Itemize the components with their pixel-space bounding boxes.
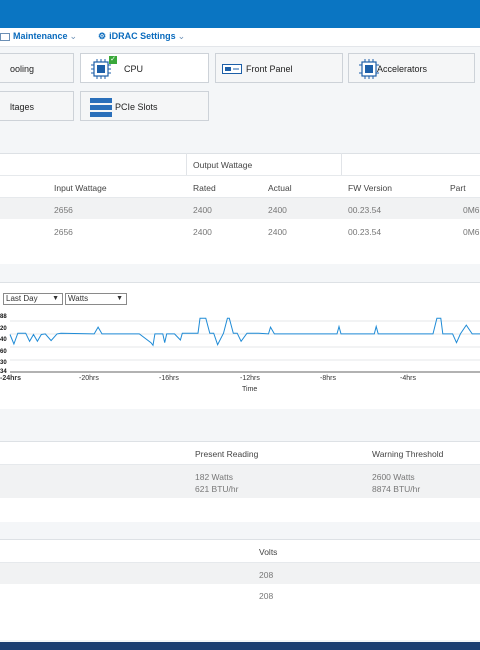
tile-cpu[interactable]: ✓ CPU — [80, 53, 209, 83]
series-line — [9, 317, 480, 347]
pcie-slots-icon — [90, 98, 112, 117]
tile-front-panel[interactable]: Front Panel — [215, 53, 343, 83]
table-row[interactable] — [0, 563, 480, 584]
chevron-down-icon: ▼ — [116, 295, 123, 302]
chevron-down-icon: ⌄ — [69, 31, 78, 41]
col-fw-version: FW Version — [348, 183, 392, 193]
col-input-wattage: Input Wattage — [54, 183, 107, 193]
x-tick-label: -4hrs — [400, 375, 416, 382]
warning-threshold-watts: 2600 Watts — [372, 472, 415, 482]
present-reading-header: Present Reading — [195, 449, 259, 459]
x-tick-label: -16hrs — [159, 375, 179, 382]
x-axis-label: Time — [242, 386, 258, 393]
warning-threshold-btu: 8874 BTU/hr — [372, 484, 421, 494]
chevron-down-icon: ⌄ — [177, 31, 186, 41]
present-reading-btu: 621 BTU/hr — [195, 484, 239, 494]
header-bar — [0, 0, 480, 28]
time-range-select[interactable]: Last Day ▼ — [3, 293, 63, 305]
tile-accelerators[interactable]: Accelerators — [348, 53, 475, 83]
maintenance-icon — [0, 32, 10, 41]
tile-pcie-slots[interactable]: PCIe Slots — [80, 91, 209, 121]
present-reading-watts: 182 Watts — [195, 472, 233, 482]
x-tick-label: -24hrs — [0, 375, 22, 382]
settings-icon: ⚙ — [98, 31, 107, 41]
tile-voltages[interactable]: ltages — [0, 91, 74, 121]
taskbar — [0, 642, 480, 650]
nav-idrac-settings[interactable]: ⚙ iDRAC Settings ⌄ — [98, 31, 185, 42]
col-part: Part — [450, 183, 466, 193]
warning-threshold-header: Warning Threshold — [372, 449, 444, 459]
col-rated: Rated — [193, 183, 216, 193]
status-ok-icon: ✓ — [109, 56, 117, 64]
table-row[interactable] — [0, 585, 480, 606]
tile-cooling[interactable]: ooling — [0, 53, 74, 83]
x-tick-label: -8hrs — [320, 375, 336, 382]
nav-bar: Maintenance ⌄ ⚙ iDRAC Settings ⌄ — [0, 28, 480, 47]
front-panel-icon — [222, 64, 242, 74]
x-tick-label: -12hrs — [240, 375, 260, 382]
power-chart — [9, 317, 480, 373]
unit-select[interactable]: Watts ▼ — [65, 293, 127, 305]
col-volts: Volts — [259, 547, 278, 557]
x-tick-label: -20hrs — [79, 375, 99, 382]
output-wattage-group-header: Output Wattage — [193, 160, 253, 170]
chevron-down-icon: ▼ — [52, 295, 59, 302]
nav-maintenance[interactable]: Maintenance ⌄ — [0, 31, 77, 42]
col-actual: Actual — [268, 183, 292, 193]
